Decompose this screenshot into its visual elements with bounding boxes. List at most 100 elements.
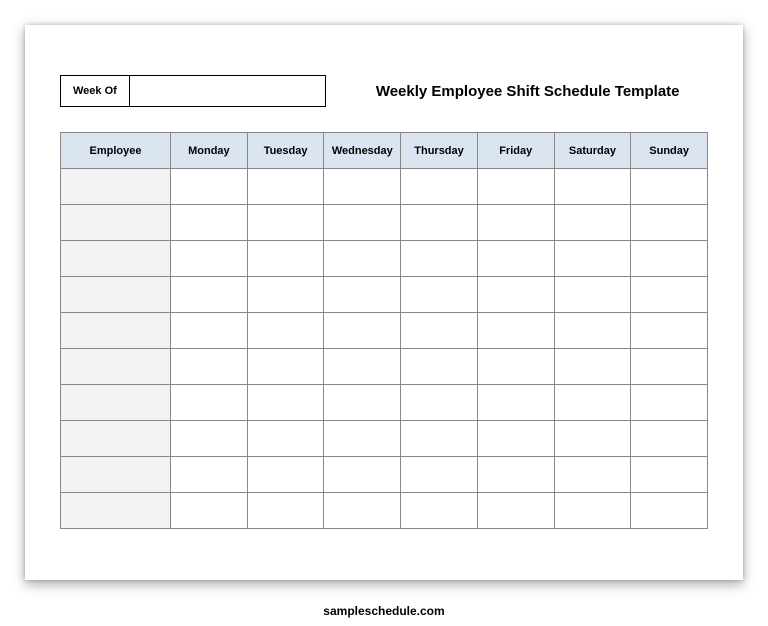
shift-cell[interactable]: [401, 421, 478, 457]
shift-cell[interactable]: [477, 313, 554, 349]
col-header-monday: Monday: [171, 133, 248, 169]
shift-cell[interactable]: [477, 349, 554, 385]
shift-cell[interactable]: [247, 277, 324, 313]
shift-cell[interactable]: [631, 169, 708, 205]
employee-cell[interactable]: [61, 205, 171, 241]
shift-cell[interactable]: [171, 241, 248, 277]
shift-cell[interactable]: [171, 349, 248, 385]
col-header-tuesday: Tuesday: [247, 133, 324, 169]
table-row: [61, 205, 708, 241]
shift-cell[interactable]: [324, 241, 401, 277]
shift-cell[interactable]: [554, 385, 631, 421]
shift-cell[interactable]: [477, 385, 554, 421]
shift-cell[interactable]: [171, 277, 248, 313]
shift-cell[interactable]: [171, 385, 248, 421]
employee-cell[interactable]: [61, 457, 171, 493]
shift-cell[interactable]: [171, 205, 248, 241]
table-row: [61, 493, 708, 529]
shift-cell[interactable]: [631, 421, 708, 457]
shift-cell[interactable]: [554, 277, 631, 313]
shift-cell[interactable]: [477, 493, 554, 529]
col-header-friday: Friday: [477, 133, 554, 169]
shift-cell[interactable]: [171, 421, 248, 457]
shift-cell[interactable]: [477, 169, 554, 205]
shift-cell[interactable]: [554, 313, 631, 349]
shift-cell[interactable]: [247, 205, 324, 241]
shift-cell[interactable]: [247, 385, 324, 421]
shift-cell[interactable]: [401, 277, 478, 313]
shift-cell[interactable]: [324, 457, 401, 493]
shift-cell[interactable]: [631, 385, 708, 421]
shift-cell[interactable]: [324, 385, 401, 421]
employee-cell[interactable]: [61, 313, 171, 349]
schedule-table: Employee Monday Tuesday Wednesday Thursd…: [60, 132, 708, 529]
shift-cell[interactable]: [324, 421, 401, 457]
shift-cell[interactable]: [554, 205, 631, 241]
shift-cell[interactable]: [247, 421, 324, 457]
col-header-sunday: Sunday: [631, 133, 708, 169]
employee-cell[interactable]: [61, 241, 171, 277]
shift-cell[interactable]: [401, 169, 478, 205]
shift-cell[interactable]: [477, 277, 554, 313]
col-header-wednesday: Wednesday: [324, 133, 401, 169]
shift-cell[interactable]: [171, 313, 248, 349]
shift-cell[interactable]: [477, 457, 554, 493]
shift-cell[interactable]: [247, 241, 324, 277]
shift-cell[interactable]: [324, 277, 401, 313]
shift-cell[interactable]: [171, 169, 248, 205]
shift-cell[interactable]: [554, 493, 631, 529]
shift-cell[interactable]: [631, 493, 708, 529]
table-row: [61, 385, 708, 421]
shift-cell[interactable]: [631, 277, 708, 313]
table-row: [61, 457, 708, 493]
employee-cell[interactable]: [61, 493, 171, 529]
shift-cell[interactable]: [324, 349, 401, 385]
employee-cell[interactable]: [61, 385, 171, 421]
footer-text: sampleschedule.com: [0, 604, 768, 618]
shift-cell[interactable]: [477, 421, 554, 457]
header-row: Week Of Weekly Employee Shift Schedule T…: [60, 75, 708, 107]
shift-cell[interactable]: [477, 241, 554, 277]
shift-cell[interactable]: [401, 493, 478, 529]
shift-cell[interactable]: [324, 169, 401, 205]
week-of-input[interactable]: [130, 76, 325, 106]
shift-cell[interactable]: [631, 457, 708, 493]
employee-cell[interactable]: [61, 349, 171, 385]
shift-cell[interactable]: [401, 313, 478, 349]
shift-cell[interactable]: [554, 349, 631, 385]
week-of-box: Week Of: [60, 75, 326, 107]
shift-cell[interactable]: [554, 457, 631, 493]
employee-cell[interactable]: [61, 277, 171, 313]
shift-cell[interactable]: [247, 457, 324, 493]
shift-cell[interactable]: [401, 205, 478, 241]
table-row: [61, 421, 708, 457]
shift-cell[interactable]: [631, 241, 708, 277]
shift-cell[interactable]: [554, 169, 631, 205]
page-title: Weekly Employee Shift Schedule Template: [356, 83, 708, 100]
shift-cell[interactable]: [401, 385, 478, 421]
shift-cell[interactable]: [401, 349, 478, 385]
shift-cell[interactable]: [247, 169, 324, 205]
shift-cell[interactable]: [401, 241, 478, 277]
employee-cell[interactable]: [61, 169, 171, 205]
shift-cell[interactable]: [171, 493, 248, 529]
shift-cell[interactable]: [554, 241, 631, 277]
table-row: [61, 241, 708, 277]
shift-cell[interactable]: [324, 313, 401, 349]
shift-cell[interactable]: [324, 493, 401, 529]
shift-cell[interactable]: [631, 349, 708, 385]
shift-cell[interactable]: [247, 349, 324, 385]
table-row: [61, 169, 708, 205]
col-header-saturday: Saturday: [554, 133, 631, 169]
shift-cell[interactable]: [324, 205, 401, 241]
shift-cell[interactable]: [247, 313, 324, 349]
shift-cell[interactable]: [554, 421, 631, 457]
employee-cell[interactable]: [61, 421, 171, 457]
shift-cell[interactable]: [631, 313, 708, 349]
shift-cell[interactable]: [477, 205, 554, 241]
shift-cell[interactable]: [247, 493, 324, 529]
shift-cell[interactable]: [631, 205, 708, 241]
col-header-thursday: Thursday: [401, 133, 478, 169]
shift-cell[interactable]: [171, 457, 248, 493]
shift-cell[interactable]: [401, 457, 478, 493]
